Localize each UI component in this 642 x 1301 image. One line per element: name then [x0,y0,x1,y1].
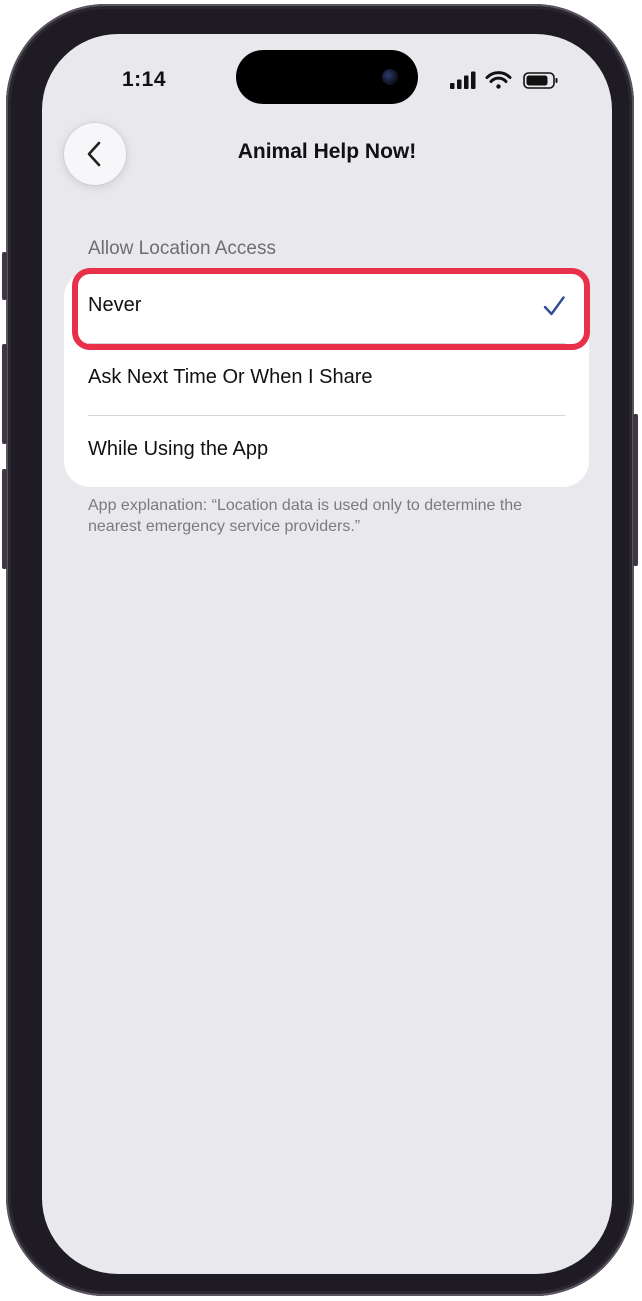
status-icons [450,70,562,90]
option-ask-next-time[interactable]: Ask Next Time Or When I Share [64,343,589,415]
section-header: Allow Location Access [88,238,276,259]
wifi-icon [485,71,512,89]
section-footer: App explanation: “Location data is used … [88,497,523,535]
signal-icon [450,71,476,89]
volume-up-button [2,344,7,444]
option-label: Ask Next Time Or When I Share [88,366,373,388]
page-title: Animal Help Now! [237,140,417,163]
power-button [633,414,638,566]
status-time: 1:14 [122,68,167,91]
action-button [2,252,7,300]
volume-down-button [2,469,7,569]
screen: 1:14 Animal Help Now! Allow Location Acc… [42,34,612,1274]
option-label: While Using the App [88,438,269,460]
phone-frame: 1:14 Animal Help Now! Allow Location Acc… [2,4,638,1296]
camera-lens [382,69,398,85]
highlight-annotation [72,268,590,350]
battery-icon [523,72,558,89]
dynamic-island [236,50,418,104]
option-while-using[interactable]: While Using the App [64,415,589,487]
